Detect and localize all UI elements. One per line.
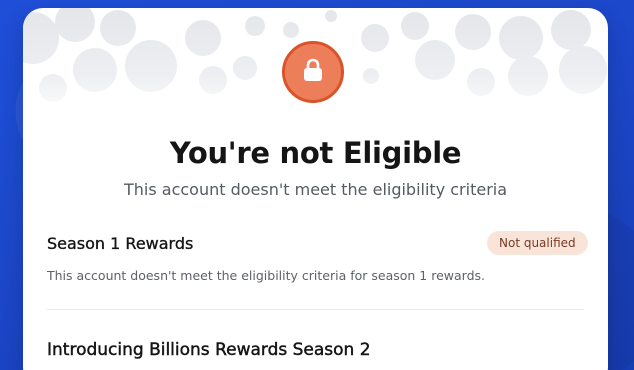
season1-title: Season 1 Rewards	[47, 234, 194, 253]
status-badge: Not qualified	[487, 231, 588, 255]
season2-title: Introducing Billions Rewards Season 2	[47, 340, 371, 360]
page-subtitle: This account doesn't meet the eligibilit…	[123, 180, 508, 199]
lock-icon	[301, 57, 325, 88]
eligibility-card: You're not Eligible This account doesn't…	[23, 8, 608, 370]
season1-description: This account doesn't meet the eligibilit…	[47, 268, 486, 283]
page-title: You're not Eligible	[169, 136, 462, 170]
lock-badge	[282, 41, 344, 103]
divider	[47, 309, 584, 310]
